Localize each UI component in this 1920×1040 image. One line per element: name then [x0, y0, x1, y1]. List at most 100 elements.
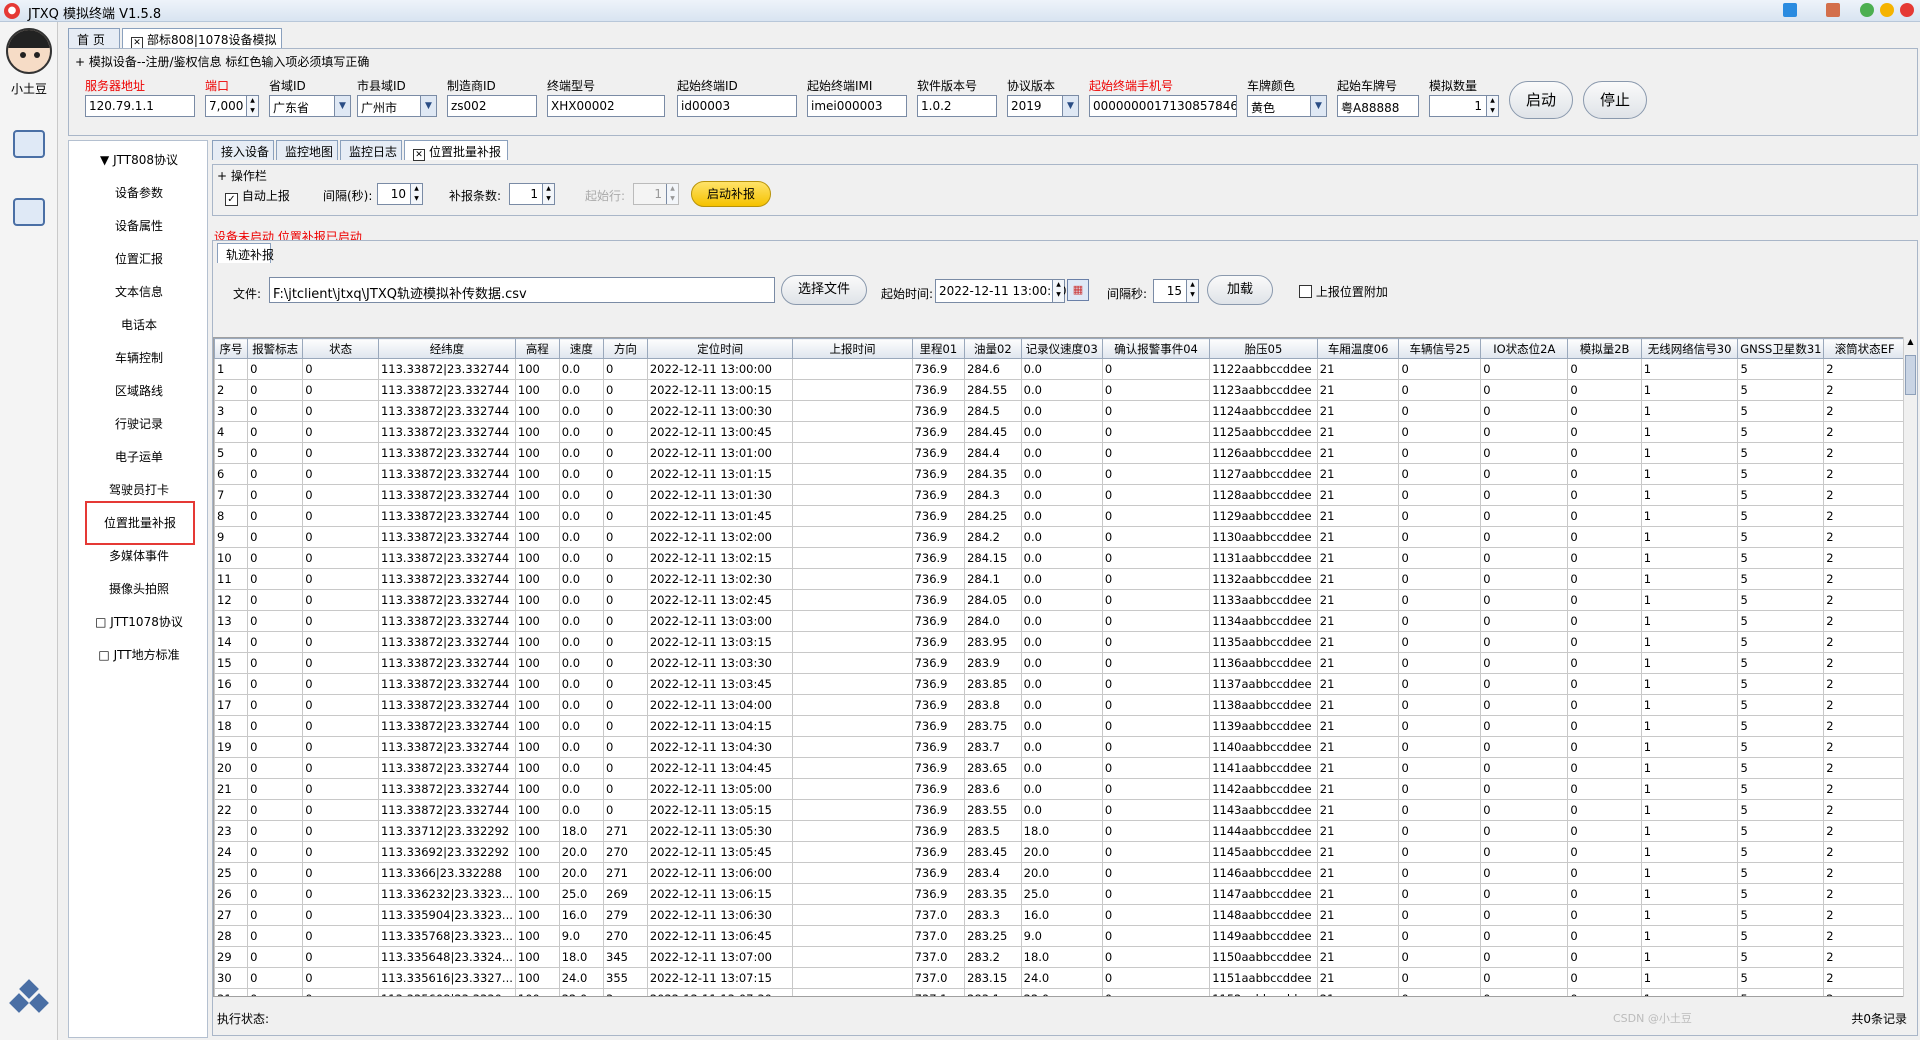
table-cell[interactable]: 21 — [1316, 799, 1400, 821]
table-cell[interactable]: 113.33872|23.332744 — [377, 778, 516, 800]
table-cell[interactable]: 0.0 — [1020, 358, 1103, 380]
table-cell[interactable]: 283.75 — [964, 715, 1022, 737]
interval-input[interactable]: 10 ▲ ▼ — [377, 183, 423, 205]
table-cell[interactable]: 0.0 — [1020, 610, 1103, 632]
column-header[interactable]: 状态 — [302, 338, 379, 359]
column-header[interactable]: 上报时间 — [792, 338, 913, 359]
table-cell[interactable]: 1150aabbccddee — [1209, 946, 1318, 968]
table-cell[interactable]: 283.65 — [964, 757, 1022, 779]
table-cell[interactable]: 0 — [302, 400, 379, 422]
nav-group-local[interactable]: □ JTT地方标准 — [69, 646, 209, 663]
table-cell[interactable]: 1 — [1640, 778, 1739, 800]
table-cell[interactable]: 0 — [1398, 442, 1482, 464]
table-cell[interactable]: 21 — [1316, 988, 1400, 996]
table-cell[interactable]: 113.33872|23.332744 — [377, 547, 516, 569]
table-cell[interactable]: 2022-12-11 13:06:15 — [646, 883, 794, 905]
table-cell[interactable]: 0 — [1398, 799, 1482, 821]
column-header[interactable]: 车辆信号25 — [1398, 338, 1482, 359]
table-cell[interactable]: 1 — [214, 358, 249, 380]
stop-button[interactable]: 停止 — [1583, 81, 1647, 119]
table-cell[interactable]: 113.33692|23.332292 — [377, 841, 516, 863]
shirt-icon[interactable] — [1783, 3, 1797, 17]
table-cell[interactable]: 2 — [1823, 778, 1906, 800]
table-cell[interactable]: 20.0 — [1020, 841, 1103, 863]
table-cell[interactable]: 0 — [1567, 358, 1642, 380]
table-cell[interactable]: 0.0 — [558, 652, 605, 674]
table-cell[interactable]: 0 — [1480, 715, 1569, 737]
table-cell[interactable]: 24.0 — [1020, 967, 1103, 989]
table-cell[interactable]: 0 — [302, 862, 379, 884]
table-cell[interactable]: 1 — [1640, 694, 1739, 716]
table-cell[interactable]: 100 — [514, 547, 560, 569]
maximize-button[interactable] — [1880, 3, 1894, 17]
table-row[interactable]: 15 0 0 113.33872|23.332744 100 0.0 0 2022-12-11… — [214, 652, 1906, 674]
table-cell[interactable]: 284.1 — [964, 568, 1022, 590]
table-cell[interactable]: 0 — [1398, 358, 1482, 380]
table-cell[interactable]: 100 — [514, 799, 560, 821]
table-cell[interactable]: 25.0 — [558, 883, 605, 905]
table-cell[interactable]: 1 — [1640, 358, 1739, 380]
table-cell[interactable]: 100 — [514, 673, 560, 695]
table-row[interactable]: 1 0 0 113.33872|23.332744 100 0.0 0 2022-12-11 … — [214, 358, 1906, 380]
table-cell[interactable]: 0.0 — [558, 757, 605, 779]
table-cell[interactable]: 0 — [247, 967, 304, 989]
table-cell[interactable]: 736.9 — [911, 505, 966, 527]
table-cell[interactable]: 5 — [1737, 988, 1825, 996]
table-cell[interactable]: 1 — [1640, 652, 1739, 674]
table-cell[interactable]: 0 — [1101, 421, 1211, 443]
table-cell[interactable]: 113.33872|23.332744 — [377, 379, 516, 401]
table-cell[interactable]: 29 — [214, 946, 249, 968]
table-cell[interactable]: 0.0 — [558, 715, 605, 737]
table-cell[interactable]: 21 — [1316, 841, 1400, 863]
table-cell[interactable]: 0 — [1567, 652, 1642, 674]
table-cell[interactable]: 0 — [1398, 610, 1482, 632]
table-cell[interactable]: 1 — [1640, 379, 1739, 401]
table-cell[interactable]: 27 — [214, 904, 249, 926]
table-cell[interactable]: 0 — [1480, 547, 1569, 569]
table-cell[interactable]: 0 — [1101, 715, 1211, 737]
table-cell[interactable]: 0 — [1567, 400, 1642, 422]
table-cell[interactable]: 736.9 — [911, 799, 966, 821]
table-cell[interactable]: 0 — [1398, 862, 1482, 884]
table-cell[interactable]: 0.0 — [1020, 715, 1103, 737]
interval-sec-input[interactable]: 15 ▲ ▼ — [1153, 279, 1199, 303]
table-cell[interactable]: 100 — [514, 967, 560, 989]
table-cell[interactable]: 0 — [1101, 694, 1211, 716]
table-row[interactable]: 3 0 0 113.33872|23.332744 100 0.0 0 2022-12-11 … — [214, 400, 1906, 422]
table-cell[interactable]: 0 — [1101, 589, 1211, 611]
table-cell[interactable]: 0 — [1480, 883, 1569, 905]
table-cell[interactable]: 0 — [1480, 799, 1569, 821]
table-cell[interactable]: 0 — [247, 736, 304, 758]
table-cell[interactable]: 0.0 — [1020, 526, 1103, 548]
table-cell[interactable]: 283.8 — [964, 694, 1022, 716]
table-cell[interactable]: 1132aabbccddee — [1209, 568, 1318, 590]
table-cell[interactable]: 0 — [247, 988, 304, 996]
table-cell[interactable]: 21 — [1316, 421, 1400, 443]
table-cell[interactable]: 0 — [247, 862, 304, 884]
table-cell[interactable]: 2022-12-11 13:04:45 — [646, 757, 794, 779]
table-cell[interactable]: 0 — [1398, 967, 1482, 989]
table-cell[interactable]: 2022-12-11 13:02:45 — [646, 589, 794, 611]
table-cell[interactable]: 0.0 — [558, 547, 605, 569]
table-cell[interactable]: 0 — [1480, 400, 1569, 422]
extra-report-checkbox[interactable]: 上报位置附加 — [1299, 283, 1388, 300]
nav-item[interactable]: 文本信息 — [69, 283, 209, 300]
table-cell[interactable]: 0.0 — [558, 463, 605, 485]
chevron-down-icon[interactable]: ▼ — [1310, 96, 1326, 116]
table-cell[interactable]: 0 — [1101, 547, 1211, 569]
table-cell[interactable]: 1 — [1640, 442, 1739, 464]
table-cell[interactable]: 736.9 — [911, 820, 966, 842]
table-cell[interactable]: 0 — [302, 358, 379, 380]
table-cell[interactable]: 0 — [247, 673, 304, 695]
table-cell[interactable]: 0 — [302, 610, 379, 632]
table-cell[interactable] — [792, 904, 913, 926]
table-cell[interactable]: 0 — [603, 526, 648, 548]
table-cell[interactable]: 5 — [1737, 379, 1825, 401]
table-cell[interactable]: 100 — [514, 883, 560, 905]
table-cell[interactable]: 284.55 — [964, 379, 1022, 401]
table-cell[interactable]: 2022-12-11 13:03:45 — [646, 673, 794, 695]
table-cell[interactable]: 0 — [1101, 862, 1211, 884]
table-cell[interactable]: 2 — [1823, 799, 1906, 821]
table-cell[interactable]: 1 — [1640, 736, 1739, 758]
table-cell[interactable]: 270 — [603, 925, 648, 947]
